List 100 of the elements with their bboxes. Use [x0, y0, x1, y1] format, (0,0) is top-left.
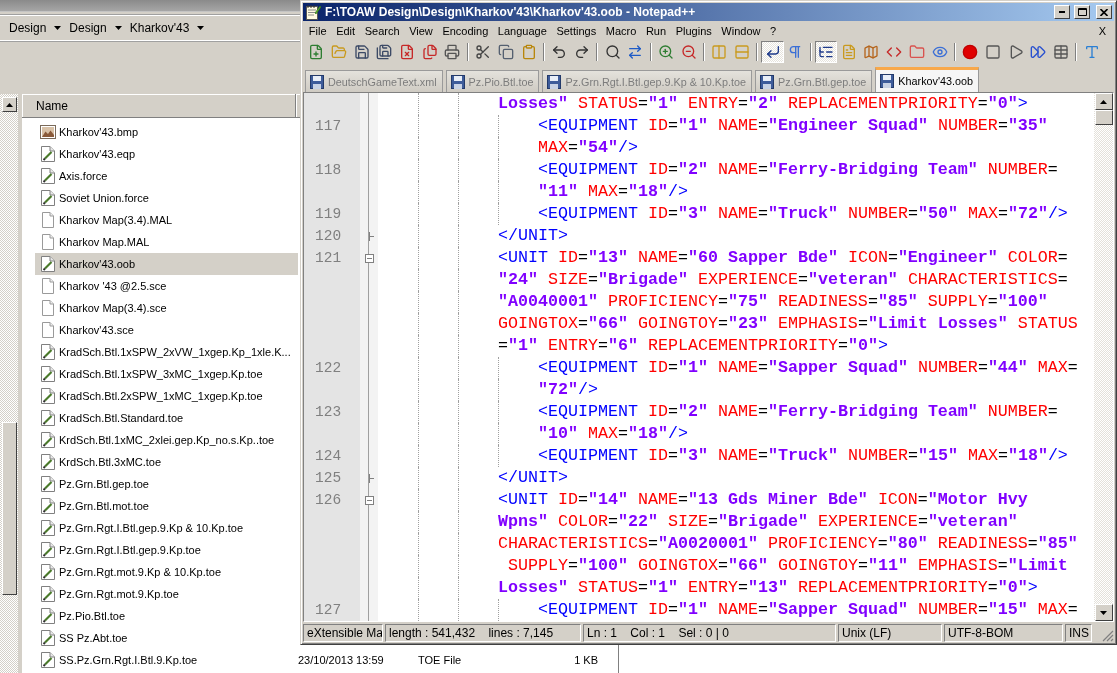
list-item[interactable]: Kharkov Map(3.4).sce	[35, 297, 298, 319]
code-line: SUPPLY="100" GOINGTOX="66" GOINGTOY="11" EMPHASIS="Limit	[507, 555, 1068, 577]
breadcrumb[interactable]: Design	[9, 21, 47, 35]
list-item[interactable]: Kharkov '43 @2.5.sce	[35, 275, 298, 297]
menu-item[interactable]: Macro	[600, 21, 642, 40]
list-item[interactable]: SS.Pz.Grn.Rgt.I.Btl.9.Kp.toe	[35, 649, 298, 671]
menu-item[interactable]: ?	[765, 21, 781, 40]
close-button[interactable]	[1096, 5, 1112, 19]
minimize-icon	[1059, 11, 1065, 13]
list-item[interactable]: Axis.force	[35, 165, 298, 187]
code-line: MAX="54"/>	[538, 137, 638, 159]
scroll-up-button[interactable]	[1, 97, 17, 112]
document-pencil-icon	[40, 454, 56, 470]
code-line: Losses" STATUS="1" ENTRY="13" REPLACEMENTPRIORITY="0">	[498, 577, 1038, 599]
caret-icon[interactable]	[197, 26, 205, 30]
list-item[interactable]: KradSch.Btl.1xSPW_2xVW_1xgep.Kp_1xle.K...	[35, 341, 298, 363]
menu-item[interactable]: File	[304, 21, 332, 40]
scrollbar-track[interactable]	[0, 94, 18, 673]
list-item[interactable]: Pz.Grn.Btl.gep.toe	[35, 473, 298, 495]
menu-item[interactable]: View	[404, 21, 438, 40]
return-arrow-button[interactable]	[761, 41, 785, 63]
undo-icon	[551, 44, 568, 60]
minimize-button[interactable]	[1054, 5, 1070, 19]
fold-minus-icon[interactable]	[364, 253, 374, 263]
list-item[interactable]: Kharkov Map.MAL	[35, 231, 298, 253]
list-tree-button[interactable]	[814, 41, 838, 63]
save-all-icon	[376, 44, 393, 60]
caret-icon[interactable]	[114, 26, 122, 30]
line-number: 127	[315, 602, 342, 618]
menu-item[interactable]: Run	[641, 21, 671, 40]
close-document-button[interactable]: X	[1090, 21, 1114, 40]
list-item[interactable]: Pz.Grn.Rgt.mot.9.Kp.toe	[35, 583, 298, 605]
file-type: TOE File	[418, 653, 463, 668]
menu-item[interactable]: Window	[716, 21, 766, 40]
code-line: <EQUIPMENT ID="1" NAME="Sapper Squad" NUMBER="15" MAX=	[538, 599, 1078, 621]
list-item[interactable]: KradSch.Btl.1xSPW_3xMC_1xgep.Kp.toe	[35, 363, 298, 385]
maximize-button[interactable]	[1074, 5, 1090, 19]
list-item[interactable]: Kharkov'43.bmp	[35, 121, 298, 143]
blank-page-icon	[40, 300, 56, 316]
fold-minus-icon[interactable]	[364, 495, 374, 505]
zoom-out-icon	[680, 44, 697, 60]
resize-grip-icon[interactable]	[1102, 630, 1114, 642]
list-item[interactable]: Pz.Grn.Rgt.mot.9.Kp & 10.Kp.toe	[35, 561, 298, 583]
fast-forward-icon	[1030, 44, 1047, 60]
list-item[interactable]: KrdSch.Btl.3xMC.toe	[35, 451, 298, 473]
menu-item[interactable]: Plugins	[670, 21, 717, 40]
columns-icon	[711, 44, 728, 60]
list-item[interactable]: KradSch.Btl.Standard.toe	[35, 407, 298, 429]
rows-icon	[734, 44, 751, 60]
breadcrumb[interactable]: Design	[69, 21, 107, 35]
column-header[interactable]: Name	[22, 94, 296, 117]
record-icon	[962, 44, 979, 60]
document-pencil-icon	[40, 146, 56, 162]
list-item[interactable]: SS Pz.Abt.toe	[35, 627, 298, 649]
line-number: 119	[315, 206, 342, 222]
maximize-icon	[1077, 8, 1087, 16]
caret-icon[interactable]	[54, 26, 62, 30]
list-item[interactable]: Kharkov'43.oob	[35, 253, 298, 275]
menu-item[interactable]: Settings	[551, 21, 601, 40]
tab[interactable]: Kharkov'43.oob	[875, 67, 980, 92]
document-pencil-icon	[40, 586, 56, 602]
code-line: <UNIT ID="13" NAME="60 Sapper Bde" ICON="Engineer" COLOR=	[498, 247, 1068, 269]
list-item[interactable]: Kharkov Map(3.4).MAL	[35, 209, 298, 231]
menu-item[interactable]: Edit	[331, 21, 360, 40]
status-panel: Ln : 1 Col : 1 Sel : 0 | 0	[583, 624, 836, 642]
list-item[interactable]: KradSch.Btl.2xSPW_1xMC_1xgep.Kp.toe	[35, 385, 298, 407]
menu-item[interactable]: Encoding	[437, 21, 494, 40]
folder-icon	[908, 44, 925, 60]
document-pencil-icon	[40, 168, 56, 184]
blank-page-icon	[40, 234, 56, 250]
list-item[interactable]: Pz.Grn.Rgt.I.Btl.gep.9.Kp & 10.Kp.toe	[35, 517, 298, 539]
list-item[interactable]: Kharkov'43.sce	[35, 319, 298, 341]
code-line: "10" MAX="18"/>	[538, 423, 688, 445]
scrollbar-thumb[interactable]	[1094, 110, 1113, 125]
blank-page-icon	[40, 322, 56, 338]
scroll-up-button[interactable]	[1094, 93, 1113, 110]
menu-item[interactable]: Search	[359, 21, 405, 40]
line-number: 125	[315, 470, 342, 486]
zoom-in-icon	[657, 44, 674, 60]
vertical-scrollbar[interactable]	[1094, 93, 1113, 621]
list-item[interactable]: Pz.Grn.Btl.mot.toe	[35, 495, 298, 517]
status-panel: Unix (LF)	[838, 624, 942, 642]
menu-item[interactable]: Language	[493, 21, 552, 40]
line-number: 122	[315, 360, 342, 376]
save-icon	[353, 44, 370, 60]
eye-icon	[931, 44, 948, 60]
list-item[interactable]: Pz.Grn.Rgt.I.Btl.gep.9.Kp.toe	[35, 539, 298, 561]
list-item[interactable]: Kharkov'43.eqp	[35, 143, 298, 165]
code-line: <EQUIPMENT ID="2" NAME="Ferry-Bridging Team" NUMBER=	[538, 159, 1058, 181]
list-item[interactable]: Pz.Pio.Btl.toe	[35, 605, 298, 627]
code-line: <UNIT ID="14" NAME="13 Gds Miner Bde" ICON="Motor Hvy	[498, 489, 1028, 511]
picture-icon	[40, 124, 56, 140]
scroll-down-button[interactable]	[1094, 604, 1113, 621]
paste-icon	[520, 44, 537, 60]
breadcrumb[interactable]: Kharkov'43	[129, 21, 190, 35]
list-item[interactable]: Soviet Union.force	[35, 187, 298, 209]
list-item[interactable]: KrdSch.Btl.1xMC_2xlei.gep.Kp_no.s.Kp..toe	[35, 429, 298, 451]
code-line: "72"/>	[538, 379, 598, 401]
line-number: 121	[315, 250, 342, 266]
scrollbar-thumb[interactable]	[1, 422, 17, 595]
